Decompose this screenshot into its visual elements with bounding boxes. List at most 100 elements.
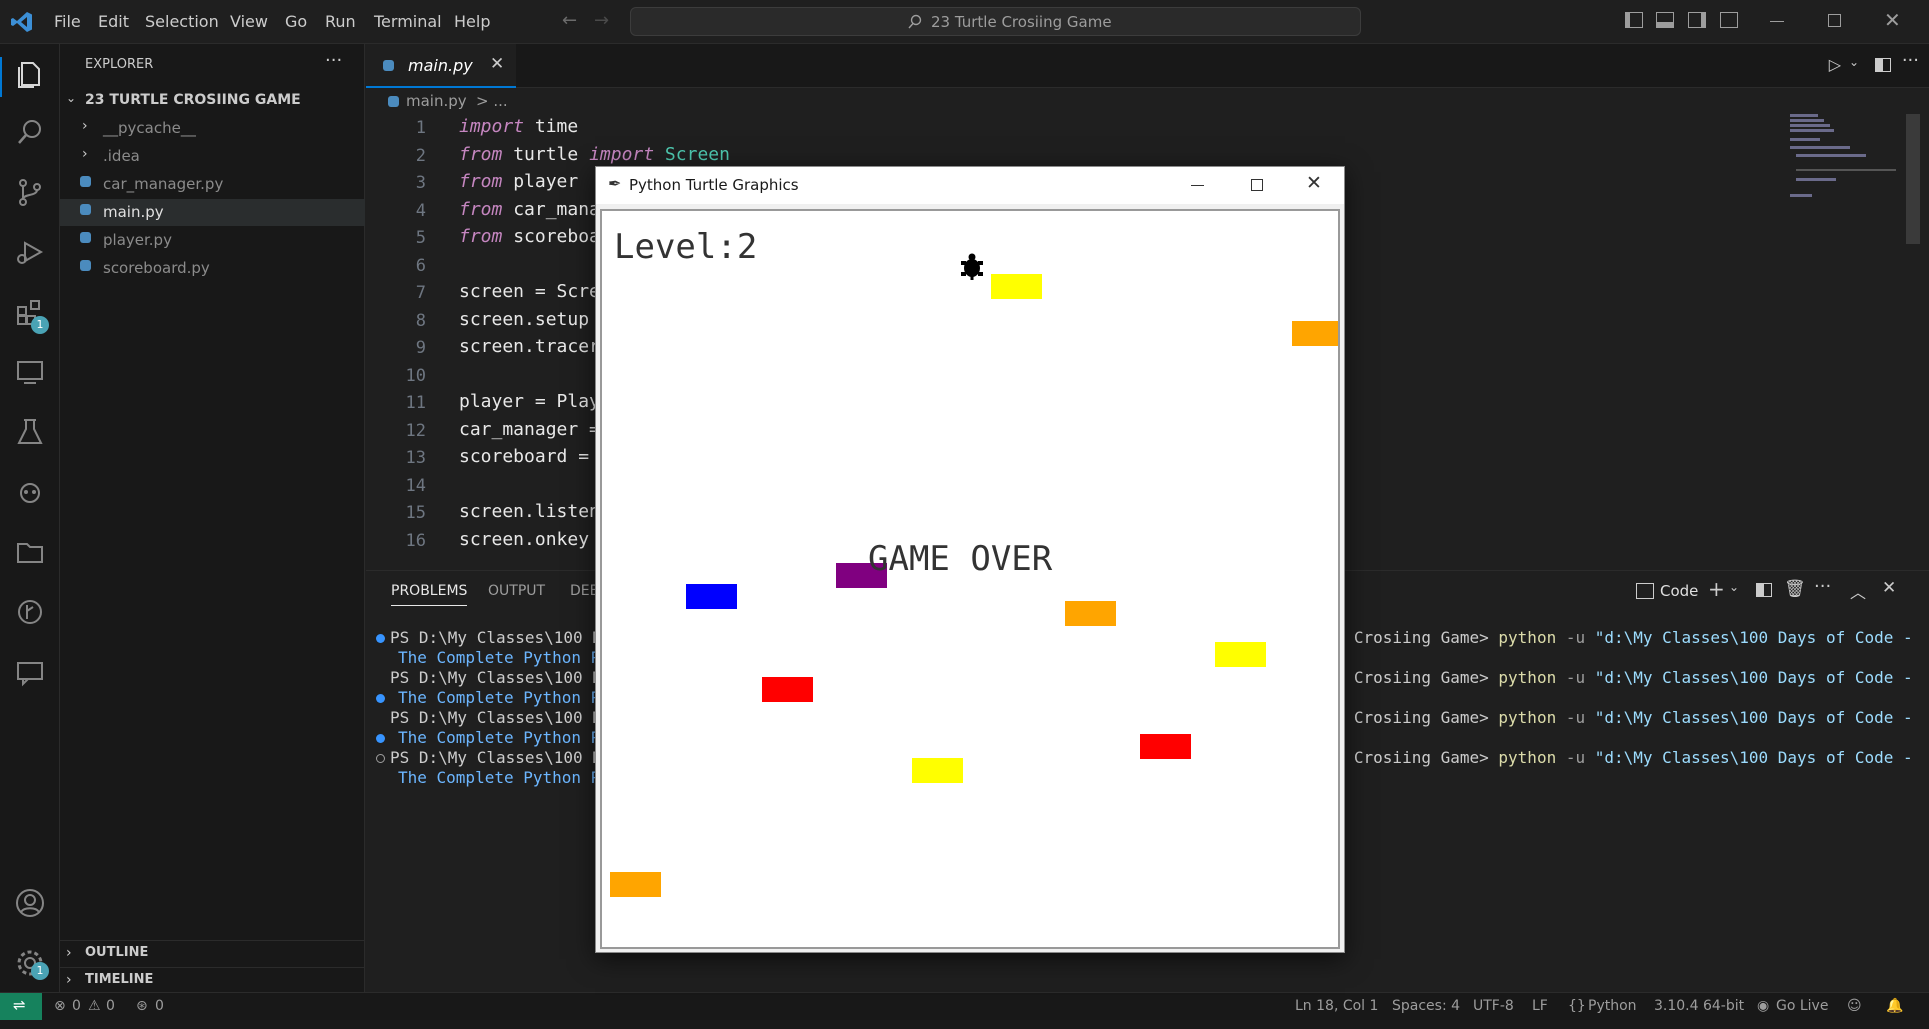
explorer-icon[interactable] <box>13 57 47 91</box>
explorer-header: EXPLORER <box>85 57 154 72</box>
ports-count[interactable]: 0 <box>155 998 164 1014</box>
search-icon <box>908 14 922 29</box>
tree-item-label: .idea <box>103 147 140 165</box>
run-debug-icon[interactable] <box>13 235 47 269</box>
copilot-icon[interactable] <box>13 475 47 509</box>
python-file-icon <box>80 260 91 271</box>
python-file-icon <box>80 204 91 215</box>
tab-output[interactable]: OUTPUT <box>488 583 545 599</box>
turtle-titlebar[interactable]: ✒ Python Turtle Graphics ✕ <box>596 167 1344 204</box>
maximize-icon[interactable] <box>1251 179 1263 191</box>
more-actions-icon[interactable]: ··· <box>325 50 342 71</box>
toggle-sidebar-icon[interactable] <box>1625 12 1643 28</box>
line-number: 10 <box>405 365 426 386</box>
cursor-position[interactable]: Ln 18, Col 1 <box>1295 998 1378 1014</box>
split-editor-icon[interactable] <box>1875 58 1891 72</box>
outline-label: OUTLINE <box>85 945 149 960</box>
car-orange <box>1065 601 1116 626</box>
menu-file[interactable]: File <box>54 12 81 31</box>
comments-icon[interactable] <box>13 655 47 689</box>
remote-explorer-icon[interactable] <box>13 355 47 389</box>
language-mode[interactable]: Python <box>1588 998 1637 1014</box>
end-of-line[interactable]: LF <box>1532 998 1548 1014</box>
breadcrumb-more[interactable]: > ... <box>476 92 508 110</box>
copilot-status-icon[interactable]: ☺ <box>1847 998 1862 1014</box>
minimap[interactable] <box>1790 114 1900 204</box>
toggle-panel-icon[interactable] <box>1656 12 1674 28</box>
close-window-icon[interactable]: ✕ <box>1884 8 1901 32</box>
indentation[interactable]: Spaces: 4 <box>1392 998 1460 1014</box>
go-live-button[interactable]: Go Live <box>1776 998 1828 1014</box>
maximize-panel-icon[interactable]: ︿ <box>1850 579 1866 603</box>
python-file-icon <box>80 176 91 187</box>
command-pending-dot <box>376 754 385 763</box>
line-number: 4 <box>415 200 426 221</box>
chevron-down-icon[interactable]: ⌄ <box>1729 580 1739 594</box>
tree-item-label: __pycache__ <box>103 119 196 137</box>
menu-run[interactable]: Run <box>325 12 356 31</box>
terminal-name[interactable]: Code <box>1660 582 1698 600</box>
python-interpreter[interactable]: 3.10.4 64-bit <box>1654 998 1744 1014</box>
python-file-icon <box>383 60 394 71</box>
code-line: from scoreboa <box>459 226 600 247</box>
tree-item-main[interactable]: main.py <box>60 199 365 226</box>
tree-item-pycache[interactable]: › __pycache__ <box>60 115 365 142</box>
tree-item-scoreboard[interactable]: scoreboard.py <box>60 255 365 282</box>
encoding[interactable]: UTF-8 <box>1473 998 1514 1014</box>
menu-view[interactable]: View <box>230 12 268 31</box>
git-graph-icon[interactable] <box>13 595 47 629</box>
breadcrumb-file[interactable]: main.py <box>406 92 467 110</box>
customize-layout-icon[interactable] <box>1720 12 1738 28</box>
error-count[interactable]: 0 <box>72 998 81 1014</box>
minimize-icon[interactable] <box>1191 185 1204 186</box>
outline-section[interactable]: › OUTLINE <box>60 940 365 967</box>
warning-count[interactable]: 0 <box>106 998 115 1014</box>
split-terminal-icon[interactable] <box>1756 583 1772 597</box>
tree-item-label: car_manager.py <box>103 175 224 193</box>
restore-icon[interactable] <box>1828 14 1841 27</box>
folder-icon[interactable] <box>13 535 47 569</box>
tree-item-idea[interactable]: › .idea <box>60 143 365 170</box>
editor-scrollbar[interactable] <box>1906 114 1920 244</box>
code-line: screen.tracer <box>459 336 600 357</box>
turtle-window[interactable]: ✒ Python Turtle Graphics ✕ Level:2 GAME … <box>595 166 1345 953</box>
testing-icon[interactable] <box>13 415 47 449</box>
menu-help[interactable]: Help <box>454 12 490 31</box>
new-terminal-icon[interactable]: + <box>1708 577 1725 601</box>
close-icon[interactable]: ✕ <box>1306 172 1322 194</box>
chevron-right-icon: › <box>82 146 88 162</box>
code-line: screen = Scre <box>459 281 600 302</box>
terminal-rest: le Crosiing Game> python -u "d:\My Class… <box>1325 708 1913 727</box>
close-panel-icon[interactable]: ✕ <box>1882 578 1896 598</box>
chevron-down-icon[interactable]: ⌄ <box>1849 55 1859 69</box>
run-file-icon[interactable]: ▷ <box>1829 55 1841 74</box>
timeline-section[interactable]: › TIMELINE <box>60 967 365 994</box>
line-number: 6 <box>415 255 426 276</box>
menu-terminal[interactable]: Terminal <box>374 12 442 31</box>
remote-indicator[interactable]: ⇌ <box>0 993 42 1021</box>
menu-selection[interactable]: Selection <box>145 12 219 31</box>
more-actions-icon[interactable]: ··· <box>1814 576 1831 597</box>
tab-main-py[interactable]: main.py ✕ <box>366 44 516 88</box>
toggle-secondary-sidebar-icon[interactable] <box>1688 12 1706 28</box>
menu-go[interactable]: Go <box>285 12 307 31</box>
command-center-title: 23 Turtle Crosiing Game <box>931 13 1112 31</box>
back-arrow-icon[interactable]: ← <box>562 10 577 31</box>
source-control-icon[interactable] <box>13 175 47 209</box>
close-tab-icon[interactable]: ✕ <box>490 54 504 74</box>
tree-item-player[interactable]: player.py <box>60 227 365 254</box>
terminal-rest: le Crosiing Game> python -u "d:\My Class… <box>1325 628 1913 647</box>
minimize-icon[interactable] <box>1770 21 1784 22</box>
more-actions-icon[interactable]: ··· <box>1902 50 1919 71</box>
folder-root[interactable]: ⌄ 23 TURTLE CROSIING GAME <box>60 88 365 115</box>
command-center[interactable]: 23 Turtle Crosiing Game <box>630 7 1361 36</box>
account-icon[interactable] <box>13 886 47 920</box>
tab-problems[interactable]: PROBLEMS <box>391 583 468 606</box>
menu-edit[interactable]: Edit <box>98 12 129 31</box>
tree-item-car-manager[interactable]: car_manager.py <box>60 171 365 198</box>
turtle-canvas[interactable]: Level:2 GAME OVER <box>600 209 1340 949</box>
search-icon[interactable] <box>13 115 47 149</box>
bell-icon[interactable]: 🔔 <box>1886 998 1903 1014</box>
trash-icon[interactable]: 🗑 <box>1784 579 1806 599</box>
forward-arrow-icon[interactable]: → <box>594 10 609 31</box>
